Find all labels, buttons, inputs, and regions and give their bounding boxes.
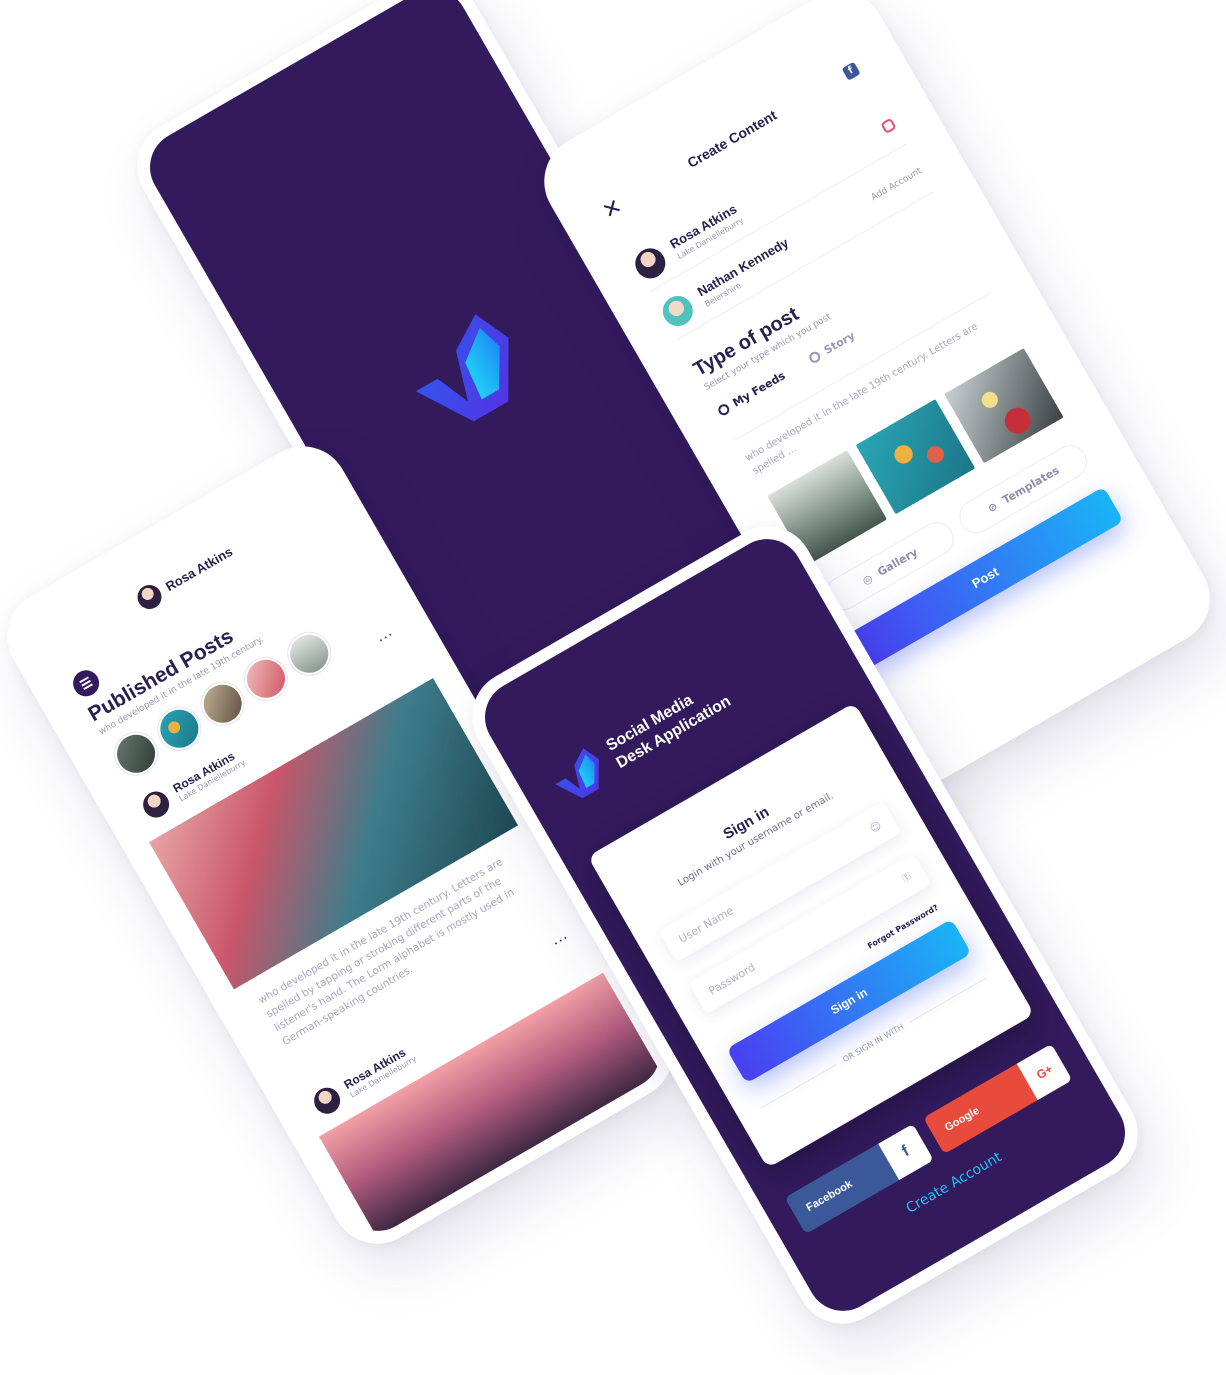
paperclip-icon: ⊘ <box>985 499 1000 515</box>
instagram-icon[interactable] <box>880 117 897 134</box>
google-label: Google <box>942 1104 982 1135</box>
story-avatar[interactable] <box>280 625 338 683</box>
lock-icon: ⚿ <box>899 869 914 886</box>
facebook-label: Facebook <box>804 1178 855 1215</box>
option-story[interactable]: Story <box>807 329 857 365</box>
camera-icon: ◎ <box>859 571 875 588</box>
story-avatar[interactable] <box>150 700 209 758</box>
facebook-icon: f <box>878 1123 934 1181</box>
gallery-label: Gallery <box>875 545 920 579</box>
avatar <box>138 786 174 823</box>
app-logo-icon <box>555 748 599 799</box>
avatar <box>629 242 671 284</box>
profile-name: Rosa Atkins <box>162 543 235 594</box>
password-placeholder: Password <box>706 960 758 998</box>
app-logo-icon <box>415 314 509 422</box>
radio-checked-icon <box>716 402 732 418</box>
option-label: Story <box>821 328 858 357</box>
story-avatar[interactable] <box>237 650 295 708</box>
story-avatar[interactable] <box>107 725 165 783</box>
more-options-icon[interactable]: ... <box>373 624 395 646</box>
story-avatar[interactable] <box>193 675 252 733</box>
google-plus-icon: G+ <box>1016 1043 1073 1101</box>
more-options-icon[interactable]: ... <box>548 927 570 949</box>
option-label: My Feeds <box>730 369 788 410</box>
avatar <box>309 1082 345 1119</box>
username-placeholder: User Name <box>676 903 736 946</box>
menu-button[interactable] <box>68 665 104 702</box>
user-icon: ☺ <box>867 818 884 836</box>
radio-icon <box>807 349 823 365</box>
or-text: OR SIGN IN WITH <box>841 1022 906 1065</box>
add-account-button[interactable]: Add Account <box>869 166 923 203</box>
avatar <box>132 580 166 614</box>
avatar <box>657 290 699 332</box>
templates-label: Templates <box>999 463 1062 507</box>
